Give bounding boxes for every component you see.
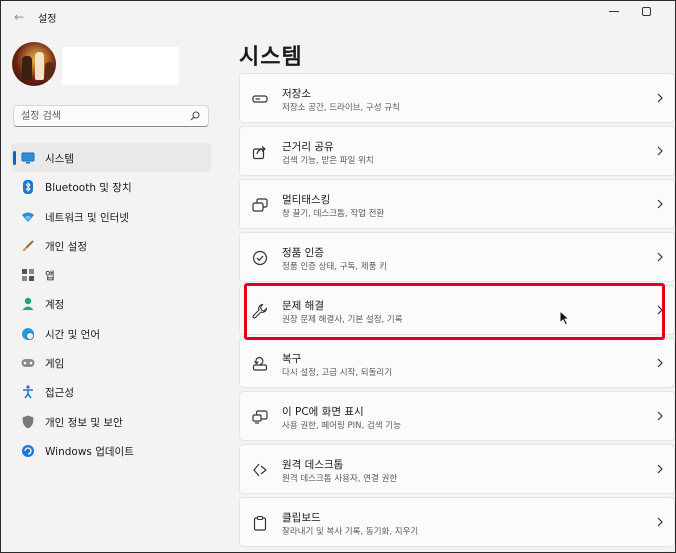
chevron-right-icon	[657, 464, 663, 474]
wrench-icon	[252, 303, 268, 319]
card-recovery[interactable]: 복구 다시 설정, 고급 시작, 되돌리기	[239, 338, 675, 388]
chess-piece-decoration	[22, 56, 32, 80]
card-subtitle: 정품 인증 상태, 구독, 제품 키	[282, 262, 387, 272]
card-nearby-sharing[interactable]: 근거리 공유 검색 기능, 받은 파일 위치	[239, 126, 675, 176]
sidebar-item-bluetooth[interactable]: Bluetooth 및 장치	[11, 172, 211, 201]
card-activation[interactable]: 정품 인증 정품 인증 상태, 구독, 제품 키	[239, 232, 675, 282]
active-indicator	[13, 151, 16, 165]
sidebar-item-label: 게임	[45, 358, 65, 371]
card-subtitle: 권장 문제 해결사, 기본 설정, 기록	[282, 315, 403, 325]
back-arrow-icon[interactable]: ←	[11, 9, 27, 25]
globe-clock-icon	[21, 327, 35, 341]
card-project-to-pc[interactable]: 이 PC에 화면 표시 사용 권한, 페어링 PIN, 검색 기능	[239, 391, 675, 441]
card-subtitle: 저장소 공간, 드라이브, 구성 규칙	[282, 103, 400, 113]
sidebar-item-privacy[interactable]: 개인 정보 및 보안	[11, 407, 211, 436]
card-remote-desktop[interactable]: 원격 데스크톱 원격 데스크톱 사용자, 연결 권한	[239, 444, 675, 494]
chevron-right-icon	[657, 146, 663, 156]
shield-icon	[21, 415, 35, 429]
sidebar-item-label: 계정	[45, 299, 65, 312]
chess-piece-decoration	[35, 52, 44, 80]
recovery-icon	[252, 356, 268, 371]
sidebar-item-label: 접근성	[45, 387, 74, 400]
chevron-right-icon	[657, 358, 663, 368]
card-title: 멀티태스킹	[282, 194, 331, 206]
sidebar-item-windows-update[interactable]: Windows 업데이트	[11, 436, 211, 465]
chevron-right-icon	[657, 411, 663, 421]
card-storage[interactable]: 저장소 저장소 공간, 드라이브, 구성 규칙	[239, 73, 675, 123]
sidebar-item-time-language[interactable]: 시간 및 언어	[11, 319, 211, 348]
sidebar-item-label: 시간 및 언어	[45, 328, 100, 341]
maximize-button[interactable]	[642, 7, 651, 16]
monitor-icon	[21, 151, 35, 165]
sidebar-item-label: 네트워크 및 인터넷	[45, 211, 129, 224]
card-troubleshoot[interactable]: 문제 해결 권장 문제 해결사, 기본 설정, 기록	[239, 285, 675, 335]
bluetooth-icon	[21, 180, 35, 195]
sidebar-item-label: Windows 업데이트	[45, 445, 134, 458]
sidebar-item-network[interactable]: 네트워크 및 인터넷	[11, 202, 211, 231]
sidebar-item-label: 앱	[45, 270, 55, 283]
sidebar-item-accessibility[interactable]: 접근성	[11, 377, 211, 406]
settings-list: 저장소 저장소 공간, 드라이브, 구성 규칙 근거리 공유 검색 기능, 받은…	[239, 73, 675, 550]
card-title: 클립보드	[282, 512, 321, 524]
chevron-right-icon	[657, 305, 663, 315]
card-subtitle: 원격 데스크톱 사용자, 연결 권한	[282, 474, 398, 484]
settings-window: ← 설정 시스템 Bluetooth 및 장치	[0, 0, 676, 553]
gamepad-icon	[21, 356, 35, 370]
card-title: 원격 데스크톱	[282, 459, 344, 471]
app-title: 설정	[38, 14, 57, 25]
update-icon	[21, 444, 35, 458]
avatar[interactable]	[12, 42, 56, 86]
card-subtitle: 사용 권한, 페어링 PIN, 검색 기능	[282, 421, 401, 431]
card-subtitle: 검색 기능, 받은 파일 위치	[282, 156, 374, 166]
card-title: 이 PC에 화면 표시	[282, 406, 364, 418]
card-title: 정품 인증	[282, 247, 324, 259]
card-title: 문제 해결	[282, 300, 324, 312]
page-title: 시스템	[239, 45, 303, 70]
card-subtitle: 다시 설정, 고급 시작, 되돌리기	[282, 368, 393, 378]
account-name-redacted	[62, 47, 179, 85]
share-icon	[252, 146, 266, 160]
card-subtitle: 잘라내기 및 복사 기록, 동기화, 지우기	[282, 527, 419, 537]
apps-icon	[21, 268, 35, 282]
chess-piece-decoration	[45, 62, 53, 80]
sidebar-item-label: 개인 설정	[45, 240, 87, 253]
sidebar-item-accounts[interactable]: 계정	[11, 289, 211, 318]
sidebar-item-system[interactable]: 시스템	[11, 143, 211, 173]
sidebar-item-personalization[interactable]: 개인 설정	[11, 231, 211, 260]
search-icon[interactable]	[190, 111, 200, 121]
card-title: 저장소	[282, 88, 311, 100]
sidebar-item-apps[interactable]: 앱	[11, 260, 211, 289]
accessibility-icon	[21, 385, 35, 399]
card-subtitle: 창 끌기, 데스크톱, 작업 전환	[282, 209, 385, 219]
chevron-right-icon	[657, 517, 663, 527]
card-title: 근거리 공유	[282, 141, 334, 153]
sidebar-item-label: 개인 정보 및 보안	[45, 416, 123, 429]
project-icon	[252, 410, 268, 424]
multitask-icon	[252, 198, 268, 212]
remote-icon	[253, 463, 267, 477]
wifi-icon	[21, 210, 35, 224]
card-title: 복구	[282, 353, 302, 365]
card-clipboard[interactable]: 클립보드 잘라내기 및 복사 기록, 동기화, 지우기	[239, 497, 675, 547]
clipboard-icon	[253, 515, 267, 531]
search-box[interactable]	[13, 105, 209, 127]
title-bar: ← 설정	[1, 1, 675, 33]
sidebar-item-label: 시스템	[45, 153, 74, 165]
minimize-button[interactable]	[609, 11, 619, 12]
chevron-right-icon	[657, 93, 663, 103]
brush-icon	[21, 239, 35, 253]
storage-icon	[252, 95, 268, 103]
search-input[interactable]	[21, 108, 181, 124]
sidebar-nav: 시스템 Bluetooth 및 장치 네트워크 및 인터넷 개인 설정 앱 계정…	[11, 143, 211, 465]
sidebar-item-label: Bluetooth 및 장치	[45, 182, 132, 195]
person-icon	[21, 297, 35, 311]
card-multitasking[interactable]: 멀티태스킹 창 끌기, 데스크톱, 작업 전환	[239, 179, 675, 229]
check-circle-icon	[252, 250, 268, 266]
chevron-right-icon	[657, 199, 663, 209]
sidebar-item-gaming[interactable]: 게임	[11, 348, 211, 377]
chevron-right-icon	[657, 252, 663, 262]
